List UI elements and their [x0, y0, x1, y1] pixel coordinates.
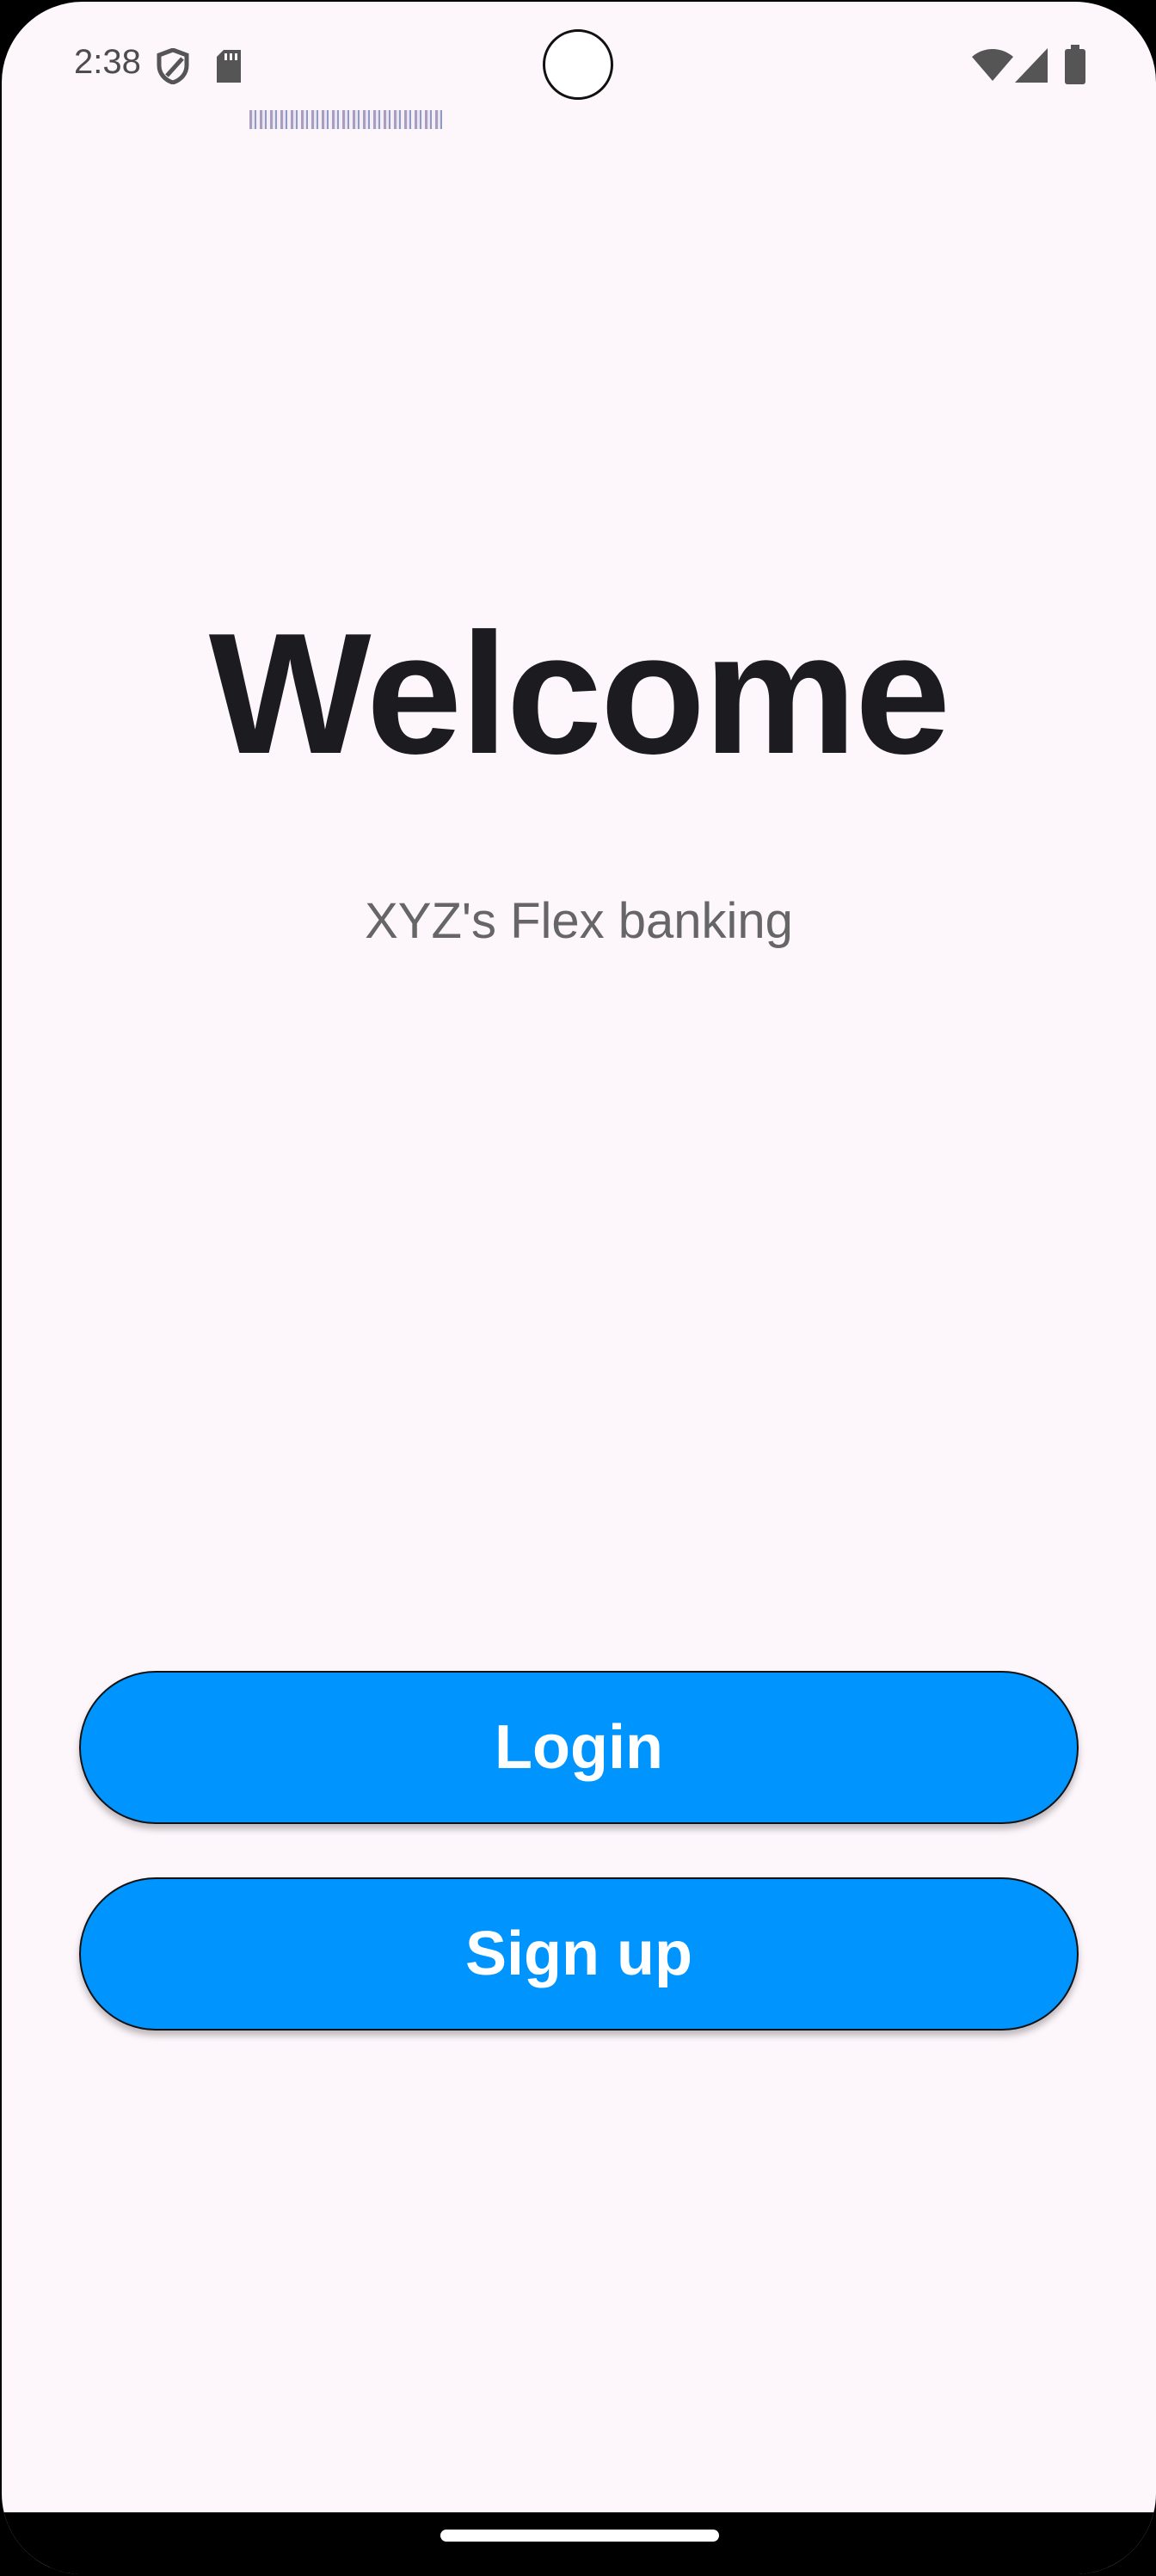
shield-icon: [157, 47, 189, 89]
wifi-icon: [972, 48, 1013, 87]
login-button[interactable]: Login: [79, 1671, 1079, 1824]
status-indicator-strip: [249, 110, 442, 129]
signal-icon: [1015, 48, 1048, 87]
signup-button[interactable]: Sign up: [79, 1877, 1079, 2031]
battery-icon: [1065, 45, 1085, 89]
navigation-bar: [2, 2512, 1156, 2574]
phone-screen: 2:38 Welcome XYZ's Flex banking Login Si…: [0, 0, 1156, 2576]
camera-cutout: [543, 29, 613, 100]
status-time: 2:38: [74, 43, 141, 81]
status-bar: 2:38: [2, 2, 1156, 131]
sd-card-icon: [217, 50, 243, 87]
home-gesture-handle[interactable]: [440, 2530, 719, 2542]
page-title: Welcome: [208, 598, 950, 790]
page-subtitle: XYZ's Flex banking: [365, 893, 793, 949]
